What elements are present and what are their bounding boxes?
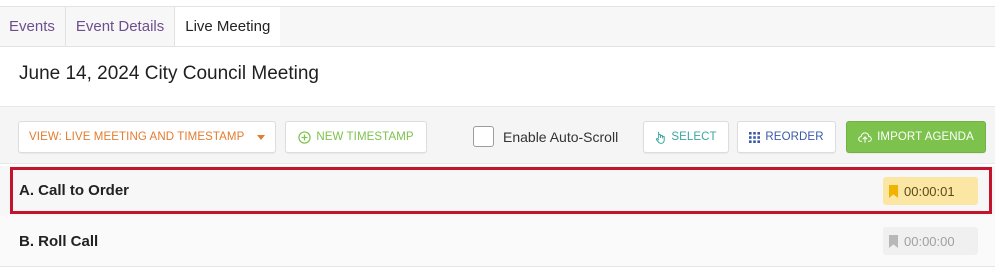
- new-timestamp-label: NEW TIMESTAMP: [316, 131, 414, 143]
- breadcrumb-events-label: Events: [9, 18, 55, 35]
- selected-item-outline: [10, 167, 992, 214]
- timestamp-value: 00:00:01: [904, 183, 955, 199]
- import-agenda-label: IMPORT AGENDA: [877, 131, 974, 143]
- bookmark-icon: [889, 234, 898, 248]
- cloud-upload-icon: [858, 131, 872, 143]
- agenda-item-label: B. Roll Call: [19, 233, 99, 250]
- auto-scroll-label: Enable Auto-Scroll: [503, 128, 619, 145]
- breadcrumb: Events Event Details Live Meeting: [0, 6, 995, 47]
- caret-down-icon: [257, 135, 265, 140]
- toolbar: VIEW: LIVE MEETING AND TIMESTAMP NEW TIM…: [0, 106, 995, 164]
- pointer-hand-icon: [655, 131, 666, 144]
- bookmark-icon: [889, 184, 898, 198]
- timestamp-badge[interactable]: 00:00:01: [883, 177, 978, 205]
- select-label: SELECT: [671, 131, 717, 143]
- agenda-item-call-to-order[interactable]: A. Call to Order 00:00:01: [0, 166, 995, 216]
- auto-scroll-checkbox[interactable]: [473, 126, 494, 147]
- agenda-item-roll-call[interactable]: B. Roll Call 00:00:00: [0, 216, 995, 267]
- import-agenda-button[interactable]: IMPORT AGENDA: [846, 121, 986, 153]
- live-meeting-app: Events Event Details Live Meeting June 1…: [0, 0, 995, 274]
- agenda-item-label: A. Call to Order: [19, 182, 130, 199]
- page-title: June 14, 2024 City Council Meeting: [19, 63, 319, 84]
- grid-dots-icon: [749, 131, 761, 143]
- select-button[interactable]: SELECT: [643, 121, 729, 153]
- reorder-label: REORDER: [765, 131, 824, 143]
- reorder-button[interactable]: REORDER: [737, 121, 836, 153]
- auto-scroll-toggle[interactable]: Enable Auto-Scroll: [473, 126, 618, 147]
- plus-circle-icon: [298, 130, 311, 144]
- new-timestamp-button[interactable]: NEW TIMESTAMP: [285, 121, 427, 153]
- timestamp-value: 00:00:00: [904, 233, 955, 249]
- view-mode-dropdown[interactable]: VIEW: LIVE MEETING AND TIMESTAMP: [18, 121, 276, 153]
- breadcrumb-event-details-label: Event Details: [75, 18, 165, 35]
- breadcrumb-live-meeting: Live Meeting: [175, 7, 281, 46]
- breadcrumb-live-meeting-label: Live Meeting: [185, 18, 271, 35]
- view-mode-label: VIEW: LIVE MEETING AND TIMESTAMP: [29, 131, 245, 143]
- breadcrumb-events[interactable]: Events: [0, 7, 66, 46]
- breadcrumb-event-details[interactable]: Event Details: [66, 7, 176, 46]
- timestamp-badge[interactable]: 00:00:00: [883, 227, 978, 255]
